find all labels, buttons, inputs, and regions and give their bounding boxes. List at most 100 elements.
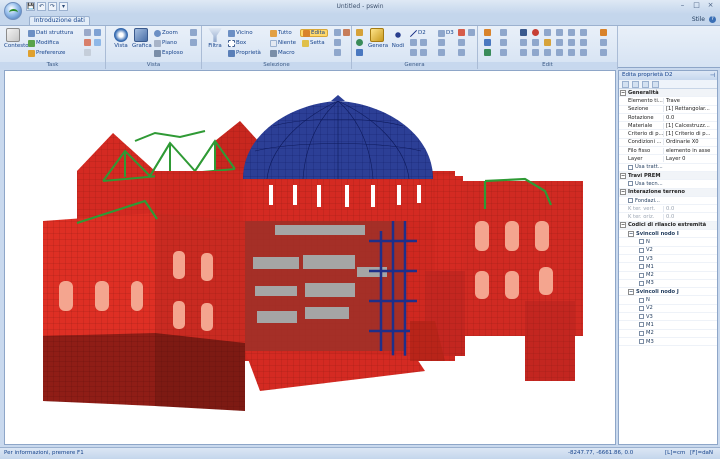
close-button[interactable]: × — [704, 1, 717, 11]
subcategory-svincoli-i[interactable]: − Svincoli nodo I — [619, 230, 717, 239]
property-row[interactable]: Elemento ti... Trave — [619, 97, 717, 106]
macro-button[interactable]: Macro — [270, 49, 295, 57]
usa-tratt-checkbox[interactable] — [628, 164, 633, 170]
category-codici-rilascio[interactable]: − Codici di rilascio estremità — [619, 221, 717, 231]
edit-tool-icon[interactable] — [556, 49, 563, 56]
edit-tool-icon[interactable] — [544, 49, 551, 56]
category-generalita[interactable]: − Generalità — [619, 89, 717, 98]
collapse-icon[interactable]: − — [628, 288, 634, 295]
edit-tool-icon[interactable] — [484, 29, 491, 36]
collapse-icon[interactable]: − — [620, 172, 626, 179]
edit-tool-icon[interactable] — [556, 29, 563, 36]
release-checkbox-row[interactable]: M1 — [619, 321, 717, 330]
force-unit[interactable]: [F]=daN — [690, 448, 713, 459]
fondazione-checkbox[interactable] — [628, 198, 633, 203]
edit-tool-icon[interactable] — [544, 29, 551, 36]
edit-tool-icon[interactable] — [600, 39, 607, 46]
building-model-render[interactable] — [5, 71, 616, 445]
view-tool-icon[interactable] — [190, 39, 197, 46]
release-checkbox-row[interactable]: V2 — [619, 305, 717, 314]
model-3d-viewport[interactable] — [4, 70, 616, 445]
piano-button[interactable]: Piano — [154, 39, 177, 47]
edit-tool-icon[interactable] — [568, 39, 575, 46]
generate-tool-icon[interactable] — [438, 39, 445, 46]
release-checkbox-row[interactable]: M2 — [619, 330, 717, 338]
zoom-button[interactable]: Zoom — [154, 29, 178, 37]
release-checkbox[interactable] — [639, 280, 644, 286]
d2-button[interactable]: D2 — [410, 29, 426, 37]
beam-type-value[interactable]: Trave — [663, 97, 717, 104]
genera-button[interactable]: Genera — [368, 28, 388, 49]
property-row[interactable]: Layer Layer 0 — [619, 155, 717, 164]
application-menu-button[interactable] — [4, 2, 22, 20]
generate-tool-icon[interactable] — [438, 49, 445, 56]
release-checkbox[interactable] — [639, 322, 644, 328]
property-row[interactable]: Criterio di p... [1] Criterio di p... — [619, 130, 717, 139]
collapse-icon[interactable]: − — [628, 230, 634, 237]
edit-tool-icon[interactable] — [532, 39, 539, 46]
release-checkbox-row[interactable]: N — [619, 296, 717, 305]
selection-tool-icon[interactable] — [343, 29, 350, 36]
nodi-button[interactable]: Nodi — [389, 28, 407, 49]
edit-tool-icon[interactable] — [520, 39, 527, 46]
generate-tool-icon[interactable] — [458, 29, 465, 36]
modifica-button[interactable]: Modifica — [28, 39, 59, 47]
generate-tool-icon[interactable] — [356, 39, 363, 46]
property-row[interactable]: Filo fisso elemento in asse — [619, 147, 717, 156]
release-checkbox[interactable] — [639, 314, 644, 320]
edit-tool-icon[interactable] — [500, 39, 507, 46]
niente-button[interactable]: Niente — [270, 39, 296, 47]
release-checkbox-row[interactable]: M3 — [619, 338, 717, 347]
generate-tool-icon[interactable] — [356, 49, 363, 56]
task-tool-icon[interactable] — [94, 29, 101, 36]
task-tool-icon[interactable] — [94, 39, 101, 46]
edit-tool-icon[interactable] — [600, 49, 607, 56]
selection-tool-icon[interactable] — [334, 29, 341, 36]
usa-tecn-checkbox[interactable] — [628, 181, 633, 187]
filtra-button[interactable]: Filtra — [206, 28, 224, 49]
release-checkbox-row[interactable]: N — [619, 238, 717, 247]
release-checkbox[interactable] — [639, 272, 644, 278]
task-tool-icon[interactable] — [84, 29, 91, 36]
edit-tool-icon[interactable] — [568, 49, 575, 56]
generate-tool-icon[interactable] — [420, 39, 427, 46]
edit-tool-icon[interactable] — [580, 39, 587, 46]
d3-button[interactable]: D3 — [438, 29, 454, 37]
release-checkbox-row[interactable]: V3 — [619, 255, 717, 264]
generate-tool-icon[interactable] — [356, 29, 363, 36]
edita-button[interactable]: Edita — [300, 29, 329, 37]
edit-tool-icon[interactable] — [484, 49, 491, 56]
task-tool-icon[interactable] — [84, 39, 91, 46]
subcategory-svincoli-j[interactable]: − Svincoli nodo J — [619, 288, 717, 297]
proprieta-button[interactable]: Proprietà — [228, 49, 261, 57]
category-interazione-terreno[interactable]: − Interazione terreno — [619, 188, 717, 197]
edit-tool-icon[interactable] — [556, 39, 563, 46]
release-checkbox[interactable] — [639, 330, 644, 336]
selection-tool-icon[interactable] — [334, 39, 341, 46]
minimize-button[interactable]: – — [676, 1, 689, 11]
help-icon[interactable]: ? — [709, 16, 716, 23]
box-button[interactable]: Box — [228, 39, 246, 47]
release-checkbox[interactable] — [639, 297, 644, 303]
collapse-icon[interactable]: − — [620, 89, 626, 96]
edit-tool-icon[interactable] — [520, 29, 527, 36]
release-checkbox-row[interactable]: M2 — [619, 272, 717, 280]
selection-tool-icon[interactable] — [334, 49, 341, 56]
property-row[interactable]: Materiale [1] Calcestruzz... — [619, 122, 717, 131]
release-checkbox-row[interactable]: M1 — [619, 263, 717, 272]
maximize-button[interactable]: □ — [690, 1, 703, 11]
vista-button[interactable]: Vista — [112, 28, 130, 49]
generate-tool-icon[interactable] — [410, 49, 417, 56]
property-pages-icon[interactable] — [642, 81, 649, 88]
length-unit[interactable]: [L]=cm — [665, 448, 685, 459]
esploso-button[interactable]: Esploso — [154, 49, 183, 57]
edit-tool-icon[interactable] — [600, 29, 607, 36]
collapse-icon[interactable]: − — [620, 222, 626, 229]
contesto-button[interactable]: Contesto — [4, 28, 29, 49]
edit-tool-icon[interactable] — [532, 29, 539, 36]
apply-icon[interactable] — [652, 81, 659, 88]
tutto-button[interactable]: Tutto — [270, 29, 292, 37]
release-checkbox-row[interactable]: V2 — [619, 247, 717, 255]
generate-tool-icon[interactable] — [468, 29, 475, 36]
release-checkbox[interactable] — [639, 256, 644, 262]
